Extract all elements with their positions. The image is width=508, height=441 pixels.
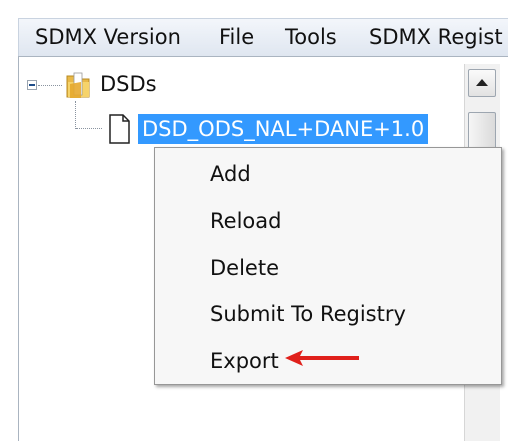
menu-item-reload[interactable]: Reload: [210, 207, 281, 235]
red-arrow-annotation-icon: [285, 350, 359, 366]
tree-connector: [75, 101, 76, 129]
menu-item-delete[interactable]: Delete: [210, 254, 279, 282]
scroll-thumb[interactable]: [468, 112, 496, 152]
minus-expander-icon[interactable]: [27, 80, 37, 90]
tree-node-dsds[interactable]: DSDs: [100, 72, 157, 96]
document-icon: [109, 114, 130, 144]
menu-item-submit-to-registry[interactable]: Submit To Registry: [210, 300, 406, 328]
menu-sdmx-version[interactable]: SDMX Version: [35, 24, 181, 50]
tree-node-dsd-selected[interactable]: DSD_ODS_NAL+DANE+1.0: [138, 114, 429, 144]
menu-file[interactable]: File: [219, 24, 254, 50]
folder-icon: [66, 72, 90, 98]
menu-sdmx-registry[interactable]: SDMX Regist: [369, 24, 503, 50]
menu-tools[interactable]: Tools: [285, 24, 337, 50]
menu-item-add[interactable]: Add: [210, 160, 251, 188]
scroll-up-arrow-icon[interactable]: [468, 69, 496, 97]
window-frame-top: [0, 0, 508, 18]
menu-bar: SDMX Version File Tools SDMX Regist: [18, 18, 508, 56]
tree-connector: [76, 128, 102, 129]
menu-item-export[interactable]: Export: [210, 347, 279, 375]
tree-connector: [38, 85, 62, 86]
